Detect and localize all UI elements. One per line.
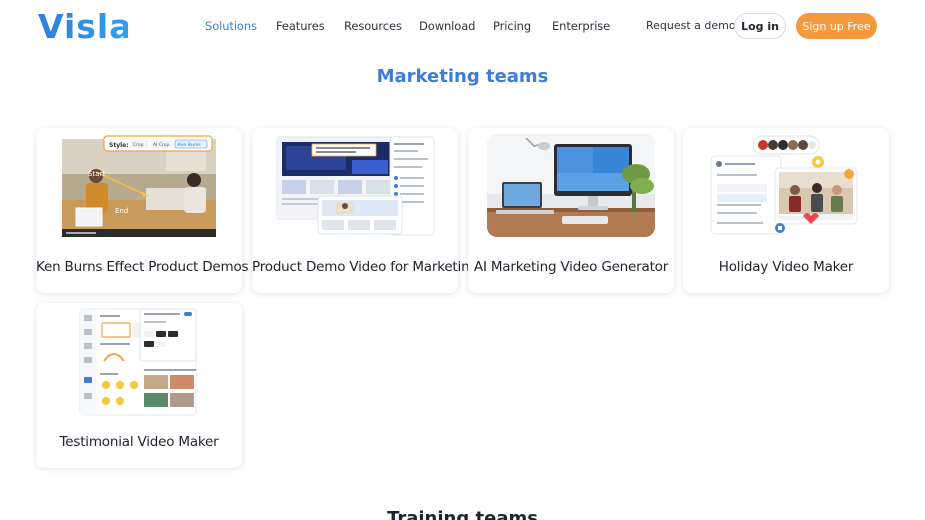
svg-text:End: End [115, 207, 128, 215]
card-ken-burns[interactable]: Style: Crop AI Crop Ken Burns Start End … [36, 128, 249, 293]
card-ai-marketing[interactable]: AI Marketing Video Generator [468, 128, 674, 293]
login-button[interactable]: Log in [734, 13, 786, 39]
ai-marketing-thumbnail [487, 134, 655, 237]
nav-features[interactable]: Features [276, 19, 325, 33]
card-label: Holiday Video Maker [718, 259, 854, 275]
card-label: Testimonial Video Maker [59, 434, 219, 450]
svg-text:Start: Start [88, 170, 105, 178]
page: Visla Solutions Features Resources Downl… [0, 0, 925, 520]
svg-text:Visla: Visla [38, 10, 128, 42]
nav-resources[interactable]: Resources [344, 19, 402, 33]
nav-solutions[interactable]: Solutions [205, 19, 257, 33]
nav-pricing[interactable]: Pricing [493, 19, 531, 33]
svg-text:Style:: Style: [109, 142, 129, 149]
nav-download[interactable]: Download [419, 19, 475, 33]
card-label: Ken Burns Effect Product Demos [36, 259, 249, 275]
card-product-demo[interactable]: Product Demo Video for Marketing [252, 128, 478, 293]
visla-logo[interactable]: Visla [38, 10, 128, 42]
site-header: Visla Solutions Features Resources Downl… [0, 0, 925, 52]
product-demo-thumbnail [276, 136, 435, 236]
svg-text:Crop: Crop [133, 142, 144, 148]
nav-enterprise[interactable]: Enterprise [552, 19, 610, 33]
svg-text:Ken Burns: Ken Burns [178, 142, 201, 148]
section-title-marketing: Marketing teams [376, 66, 549, 87]
svg-text:AI Crop: AI Crop [153, 142, 169, 148]
section-title-training: Training teams [387, 508, 538, 520]
holiday-thumbnail [710, 135, 858, 235]
signup-button[interactable]: Sign up Free [796, 13, 877, 39]
card-label: Product Demo Video for Marketing [252, 259, 478, 275]
request-demo-link[interactable]: Request a demo [646, 19, 736, 32]
card-label: AI Marketing Video Generator [473, 259, 669, 275]
ken-burns-thumbnail: Style: Crop AI Crop Ken Burns Start End [62, 135, 216, 237]
card-holiday[interactable]: Holiday Video Maker [683, 128, 889, 293]
testimonial-thumbnail [79, 308, 197, 416]
card-testimonial[interactable]: Testimonial Video Maker [36, 303, 242, 468]
